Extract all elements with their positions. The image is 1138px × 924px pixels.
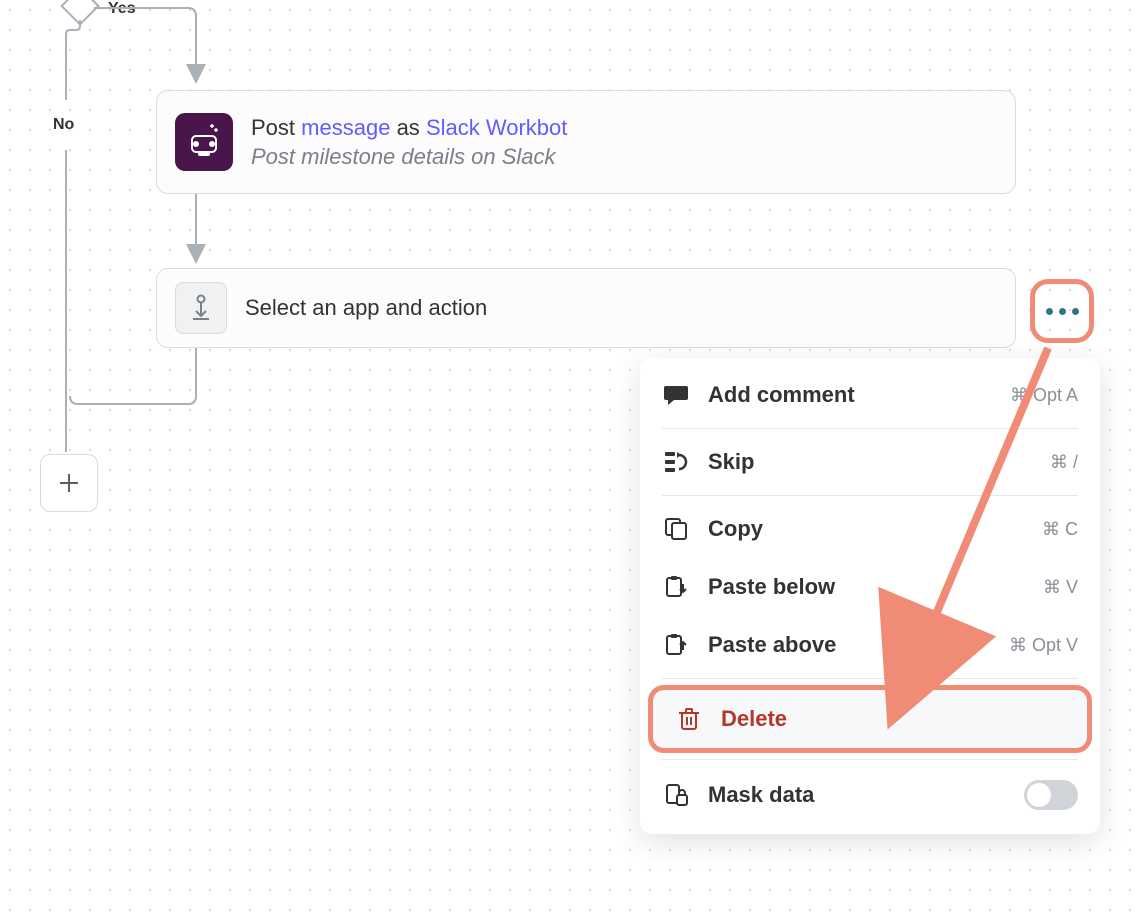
step-title-link-workbot[interactable]: Slack Workbot [426,115,567,140]
step-more-button[interactable] [1030,279,1094,343]
step-title-prefix: Post [251,115,295,140]
more-dots-icon [1046,308,1079,315]
mask-data-toggle[interactable] [1024,780,1078,810]
menu-shortcut: ⌘ / [1050,452,1078,473]
branch-no-label: No [53,116,74,134]
menu-paste-above[interactable]: Paste above ⌘ Opt V [640,616,1100,674]
anchor-icon [175,282,227,334]
menu-delete[interactable]: Delete [648,685,1092,753]
step-select-action[interactable]: Select an app and action [156,268,1016,348]
menu-label: Skip [708,449,1032,475]
menu-divider [662,428,1078,429]
menu-copy[interactable]: Copy ⌘ C [640,500,1100,558]
step-title-mid: as [397,115,420,140]
menu-label: Paste above [708,632,991,658]
menu-label: Add comment [708,382,992,408]
menu-shortcut: ⌘ C [1042,519,1078,540]
menu-label: Paste below [708,574,1025,600]
add-step-button[interactable] [40,454,98,512]
step-title-link-message[interactable]: message [301,115,390,140]
menu-divider [662,678,1078,679]
menu-label: Mask data [708,782,1006,808]
menu-shortcut: ⌘ V [1043,577,1078,598]
step-subtitle: Post milestone details on Slack [251,144,997,170]
menu-mask-data[interactable]: Mask data [640,764,1100,826]
slack-workbot-icon [175,113,233,171]
step-title: Post message as Slack Workbot [251,114,997,143]
menu-add-comment[interactable]: Add comment ⌘ Opt A [640,366,1100,424]
menu-skip[interactable]: Skip ⌘ / [640,433,1100,491]
plus-icon [58,472,80,494]
lock-icon [662,782,690,808]
step-context-menu: Add comment ⌘ Opt A Skip ⌘ / Copy ⌘ C [640,358,1100,834]
branch-yes-label: Yes [108,0,136,18]
menu-label: Copy [708,516,1024,542]
menu-divider [662,495,1078,496]
menu-label: Delete [721,706,1065,732]
step-post-message[interactable]: Post message as Slack Workbot Post miles… [156,90,1016,194]
step-text-block: Post message as Slack Workbot Post miles… [251,114,997,171]
menu-shortcut: ⌘ Opt V [1009,635,1078,656]
skip-icon [662,449,690,475]
step-placeholder: Select an app and action [245,295,487,321]
comment-icon [662,382,690,408]
trash-icon [675,706,703,732]
decision-diamond [60,0,100,26]
menu-shortcut: ⌘ Opt A [1010,385,1078,406]
paste-above-icon [662,632,690,658]
menu-divider [662,759,1078,760]
copy-icon [662,516,690,542]
menu-paste-below[interactable]: Paste below ⌘ V [640,558,1100,616]
paste-below-icon [662,574,690,600]
